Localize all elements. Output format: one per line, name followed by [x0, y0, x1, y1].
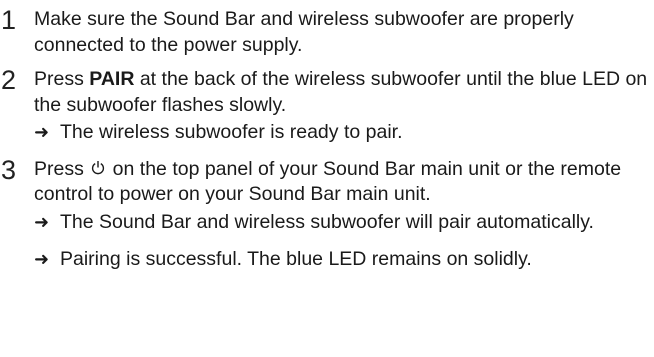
step-result: ➜ The wireless subwoofer is ready to pai… [34, 120, 654, 146]
step-1: 1 Make sure the Sound Bar and wireless s… [0, 5, 654, 58]
step-number: 1 [1, 5, 17, 35]
step-text: Press on the top panel of your Sound Bar… [34, 157, 654, 208]
arrow-icon: ➜ [34, 211, 50, 233]
result-text: Pairing is successful. The blue LED rema… [60, 248, 532, 270]
step-result: ➜ The Sound Bar and wireless subwoofer w… [34, 210, 654, 236]
step-number: 2 [1, 65, 17, 95]
result-text: The wireless subwoofer is ready to pair. [60, 121, 403, 143]
step-result: ➜ Pairing is successful. The blue LED re… [34, 247, 654, 273]
step-text: Make sure the Sound Bar and wireless sub… [34, 8, 574, 56]
step-2: 2 Press PAIR at the back of the wireless… [0, 65, 654, 146]
instruction-steps: 1 Make sure the Sound Bar and wireless s… [0, 0, 654, 273]
result-text: The Sound Bar and wireless subwoofer wil… [60, 210, 594, 233]
pair-button-label: PAIR [89, 68, 135, 90]
step-text: Press PAIR at the back of the wireless s… [34, 67, 654, 118]
arrow-icon: ➜ [34, 249, 50, 270]
step-text-after: on the top panel of your Sound Bar main … [34, 157, 622, 206]
step-number: 3 [1, 154, 17, 185]
arrow-icon: ➜ [34, 122, 50, 143]
step-text-before: Press [34, 68, 90, 90]
power-icon [92, 160, 105, 174]
step-3: 3 Press on the top panel of your Sound B… [0, 154, 654, 273]
step-text-before: Press [34, 157, 90, 180]
